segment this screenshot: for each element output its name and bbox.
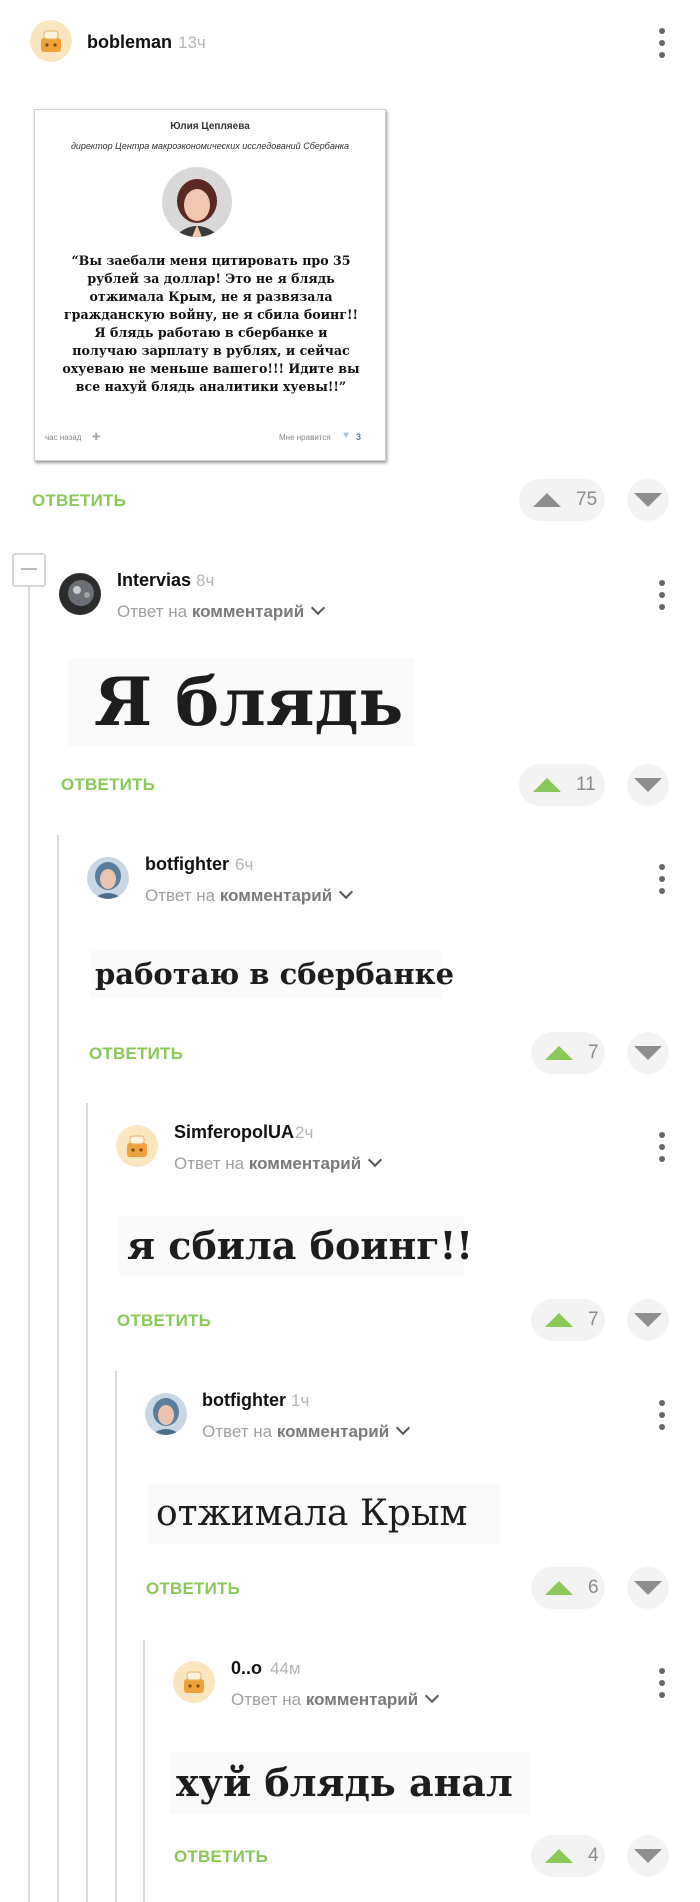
post-author[interactable]: bobleman: [87, 32, 172, 53]
thread-line-1[interactable]: [28, 587, 30, 1902]
avatar-0-o[interactable]: [173, 1661, 215, 1703]
comment-image[interactable]: отжимала Крым: [148, 1484, 500, 1544]
avatar-botfighter[interactable]: [87, 857, 129, 899]
card-time-label: час назад: [45, 433, 82, 442]
comment-reply-button[interactable]: ОТВЕТИТЬ: [146, 1579, 240, 1599]
avatar-intervias[interactable]: [59, 573, 101, 615]
comment-time: 44м: [270, 1659, 301, 1678]
comment-rating: 11: [576, 774, 596, 795]
vote-widget: 6: [531, 1567, 605, 1609]
chevron-down-icon: [339, 884, 354, 900]
upvote-icon[interactable]: [533, 778, 561, 792]
reply-to-link[interactable]: Ответ на комментарий: [145, 884, 354, 906]
comment-reply-button[interactable]: ОТВЕТИТЬ: [117, 1311, 211, 1331]
post-downvote-button[interactable]: [627, 479, 669, 521]
comment-more-icon[interactable]: [655, 1400, 669, 1430]
upvote-icon[interactable]: [545, 1313, 573, 1327]
comment-author[interactable]: botfighter: [145, 854, 229, 875]
post-image-card[interactable]: Юлия Цепляева директор Центра макроэконо…: [34, 109, 386, 461]
chevron-down-icon: [368, 1152, 383, 1168]
chevron-down-icon: [396, 1420, 411, 1436]
comment-author[interactable]: 0..o: [231, 1658, 262, 1679]
comment-reply-button[interactable]: ОТВЕТИТЬ: [61, 775, 155, 795]
comment-image[interactable]: Я блядь: [68, 658, 414, 746]
comment-author[interactable]: Intervias: [117, 570, 191, 591]
upvote-icon[interactable]: [545, 1581, 573, 1595]
post-vote-widget: 75: [519, 479, 605, 521]
card-likes-count: 3: [356, 432, 362, 442]
thread-line-3[interactable]: [86, 1103, 88, 1902]
downvote-button[interactable]: [627, 1567, 669, 1609]
downvote-icon[interactable]: [634, 1849, 662, 1863]
comment-author[interactable]: SimferopolUA: [174, 1122, 294, 1143]
comment-rating: 4: [588, 1845, 599, 1866]
chevron-down-icon: [425, 1688, 440, 1704]
downvote-button[interactable]: [627, 1835, 669, 1877]
card-heart-icon: ♥: [343, 430, 349, 441]
vote-widget: 11: [519, 764, 605, 806]
card-share-icon: ✚: [92, 432, 101, 443]
card-likes-label: Мне нравится: [279, 433, 331, 442]
comment-time: 6ч: [235, 855, 254, 874]
comment-author[interactable]: botfighter: [202, 1390, 286, 1411]
avatar-botfighter[interactable]: [145, 1393, 187, 1435]
avatar-simferopolua[interactable]: [116, 1125, 158, 1167]
comment-reply-button[interactable]: ОТВЕТИТЬ: [174, 1847, 268, 1867]
downvote-button[interactable]: [627, 764, 669, 806]
comment-time: 1ч: [291, 1391, 310, 1410]
comment-rating: 7: [588, 1309, 599, 1330]
thread-line-2[interactable]: [57, 835, 59, 1902]
card-quote: “Вы заебали меня цитировать про 35 рубле…: [62, 253, 360, 394]
reply-to-link[interactable]: Ответ на комментарий: [231, 1688, 440, 1710]
thread-line-5[interactable]: [143, 1640, 145, 1902]
reply-to-link[interactable]: Ответ на комментарий: [174, 1152, 383, 1174]
comment-rating: 6: [588, 1577, 599, 1598]
thread-line-4[interactable]: [115, 1371, 117, 1902]
chevron-down-icon: [311, 600, 326, 616]
downvote-button[interactable]: [627, 1299, 669, 1341]
downvote-button[interactable]: [627, 1032, 669, 1074]
comment-more-icon[interactable]: [655, 580, 669, 610]
comment-rating: 7: [588, 1042, 599, 1063]
avatar-bobleman[interactable]: [30, 20, 72, 62]
comment-image[interactable]: хуй блядь анал: [170, 1752, 530, 1814]
comment-time: 2ч: [295, 1123, 314, 1142]
comment-image[interactable]: работаю в сбербанке: [91, 950, 454, 998]
downvote-icon[interactable]: [634, 1581, 662, 1595]
minus-icon: [21, 568, 37, 570]
comment-time: 8ч: [196, 571, 215, 590]
downvote-icon[interactable]: [634, 1313, 662, 1327]
post-more-icon[interactable]: [655, 28, 669, 58]
upvote-icon[interactable]: [545, 1849, 573, 1863]
post-time: 13ч: [178, 33, 206, 52]
vote-widget: 4: [531, 1835, 605, 1877]
card-person-name: Юлия Цепляева: [170, 121, 250, 132]
comment-more-icon[interactable]: [655, 864, 669, 894]
downvote-icon[interactable]: [634, 778, 662, 792]
downvote-icon[interactable]: [634, 1046, 662, 1060]
upvote-icon[interactable]: [545, 1046, 573, 1060]
collapse-thread-button[interactable]: [12, 553, 46, 587]
comment-image[interactable]: я сбила боинг!!: [119, 1216, 473, 1276]
card-person-position: директор Центра макроэкономических иссле…: [70, 141, 350, 151]
comment-reply-button[interactable]: ОТВЕТИТЬ: [89, 1044, 183, 1064]
vote-widget: 7: [531, 1032, 605, 1074]
upvote-icon[interactable]: [533, 493, 561, 507]
comment-more-icon[interactable]: [655, 1132, 669, 1162]
vote-widget: 7: [531, 1299, 605, 1341]
post-reply-button[interactable]: ОТВЕТИТЬ: [32, 491, 126, 511]
post-rating: 75: [576, 489, 598, 510]
downvote-icon[interactable]: [634, 493, 662, 507]
reply-to-link[interactable]: Ответ на комментарий: [117, 600, 326, 622]
card-person-photo: [162, 167, 232, 237]
comment-more-icon[interactable]: [655, 1668, 669, 1698]
reply-to-link[interactable]: Ответ на комментарий: [202, 1420, 411, 1442]
